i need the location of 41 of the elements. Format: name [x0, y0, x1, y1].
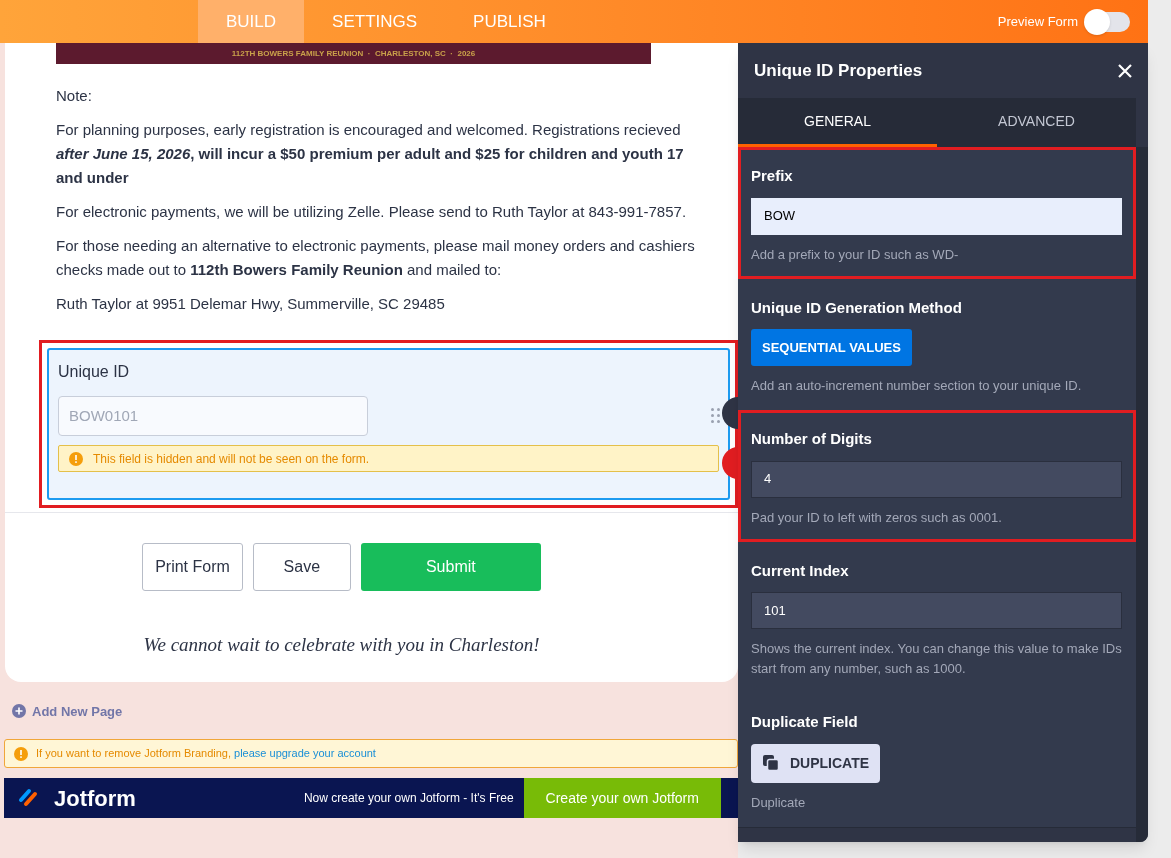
- drag-handle-icon[interactable]: [711, 408, 720, 423]
- warning-text: This field is hidden and will not be seen on the form.: [93, 450, 370, 468]
- hint-text: Duplicate: [751, 793, 807, 812]
- text-input[interactable]: BOW: [751, 197, 1122, 235]
- duplicate-button[interactable]: DUPLICATE: [751, 743, 881, 783]
- note-paragraph: Note:: [56, 86, 93, 106]
- text-input[interactable]: 101: [751, 592, 1122, 629]
- close-icon[interactable]: [1118, 63, 1132, 78]
- panel-title: Unique ID Properties: [754, 59, 923, 82]
- method-button[interactable]: SEQUENTIAL VALUES: [751, 329, 912, 366]
- plus-circle-icon: [12, 704, 26, 719]
- note-paragraph: For planning purposes, early registration is encouraged and welcomed. Registrations recieved after June 15, 2026, will incur a $50 premium per adult and $25 for children and youth 17 and under: [56, 120, 685, 188]
- panel-tab[interactable]: ADVANCED: [937, 98, 1136, 147]
- text-input[interactable]: 4: [751, 460, 1122, 498]
- section-label: Duplicate Field: [751, 712, 859, 732]
- warning-icon: [14, 746, 28, 761]
- form-button[interactable]: Save: [252, 543, 351, 591]
- field-label: Unique ID: [58, 362, 131, 382]
- note-paragraph: Ruth Taylor at 9951 Delemar Hwy, Summerville, SC 29485: [56, 294, 446, 314]
- promo-text: Now create your own Jotform - It's Free: [303, 790, 514, 807]
- section-label: Unique ID Generation Method: [751, 297, 963, 318]
- copy-icon: [762, 754, 780, 772]
- closing-text: We cannot wait to celebrate with you in Charleston!: [142, 633, 541, 657]
- preview-toggle[interactable]: [1086, 11, 1130, 32]
- logo-icon: [18, 788, 40, 808]
- unique-id-field[interactable]: Unique ID BOW0101 This field is hidden and will not be seen on the form.: [47, 348, 730, 500]
- section-label: Number of Digits: [751, 429, 873, 449]
- hint-text: Shows the current index. You can change this value to make IDs start from any number, such as 1000.: [751, 640, 1123, 678]
- form-button[interactable]: Print Form: [142, 543, 243, 591]
- brand-logo-text: Jotform: [54, 784, 136, 813]
- hint-text: Add a prefix to your ID such as WD-: [751, 245, 960, 264]
- section-label: Prefix: [751, 166, 794, 186]
- hint-text: Pad your ID to left with zeros such as 0001.: [751, 508, 1003, 527]
- preview-label: Preview Form: [997, 12, 1078, 31]
- section-label: Current Index: [751, 560, 850, 581]
- warning-icon: [69, 451, 83, 466]
- hint-text: Add an auto-increment number section to your unique ID.: [751, 377, 1083, 395]
- note-paragraph: For electronic payments, we will be utilizing Zelle. Please send to Ruth Taylor at 843-991-7857.: [56, 202, 688, 222]
- header-banner: 112TH BOWERS FAMILY REUNION · CHARLESTON, SC · 2026: [56, 43, 651, 64]
- note-paragraph: For those needing an alternative to electronic payments, please mail money orders and cashiers checks made out to 112th Bowers Family Reunion and mailed to:: [56, 236, 696, 280]
- notice-text: If you want to remove Jotform Branding,: [36, 746, 232, 762]
